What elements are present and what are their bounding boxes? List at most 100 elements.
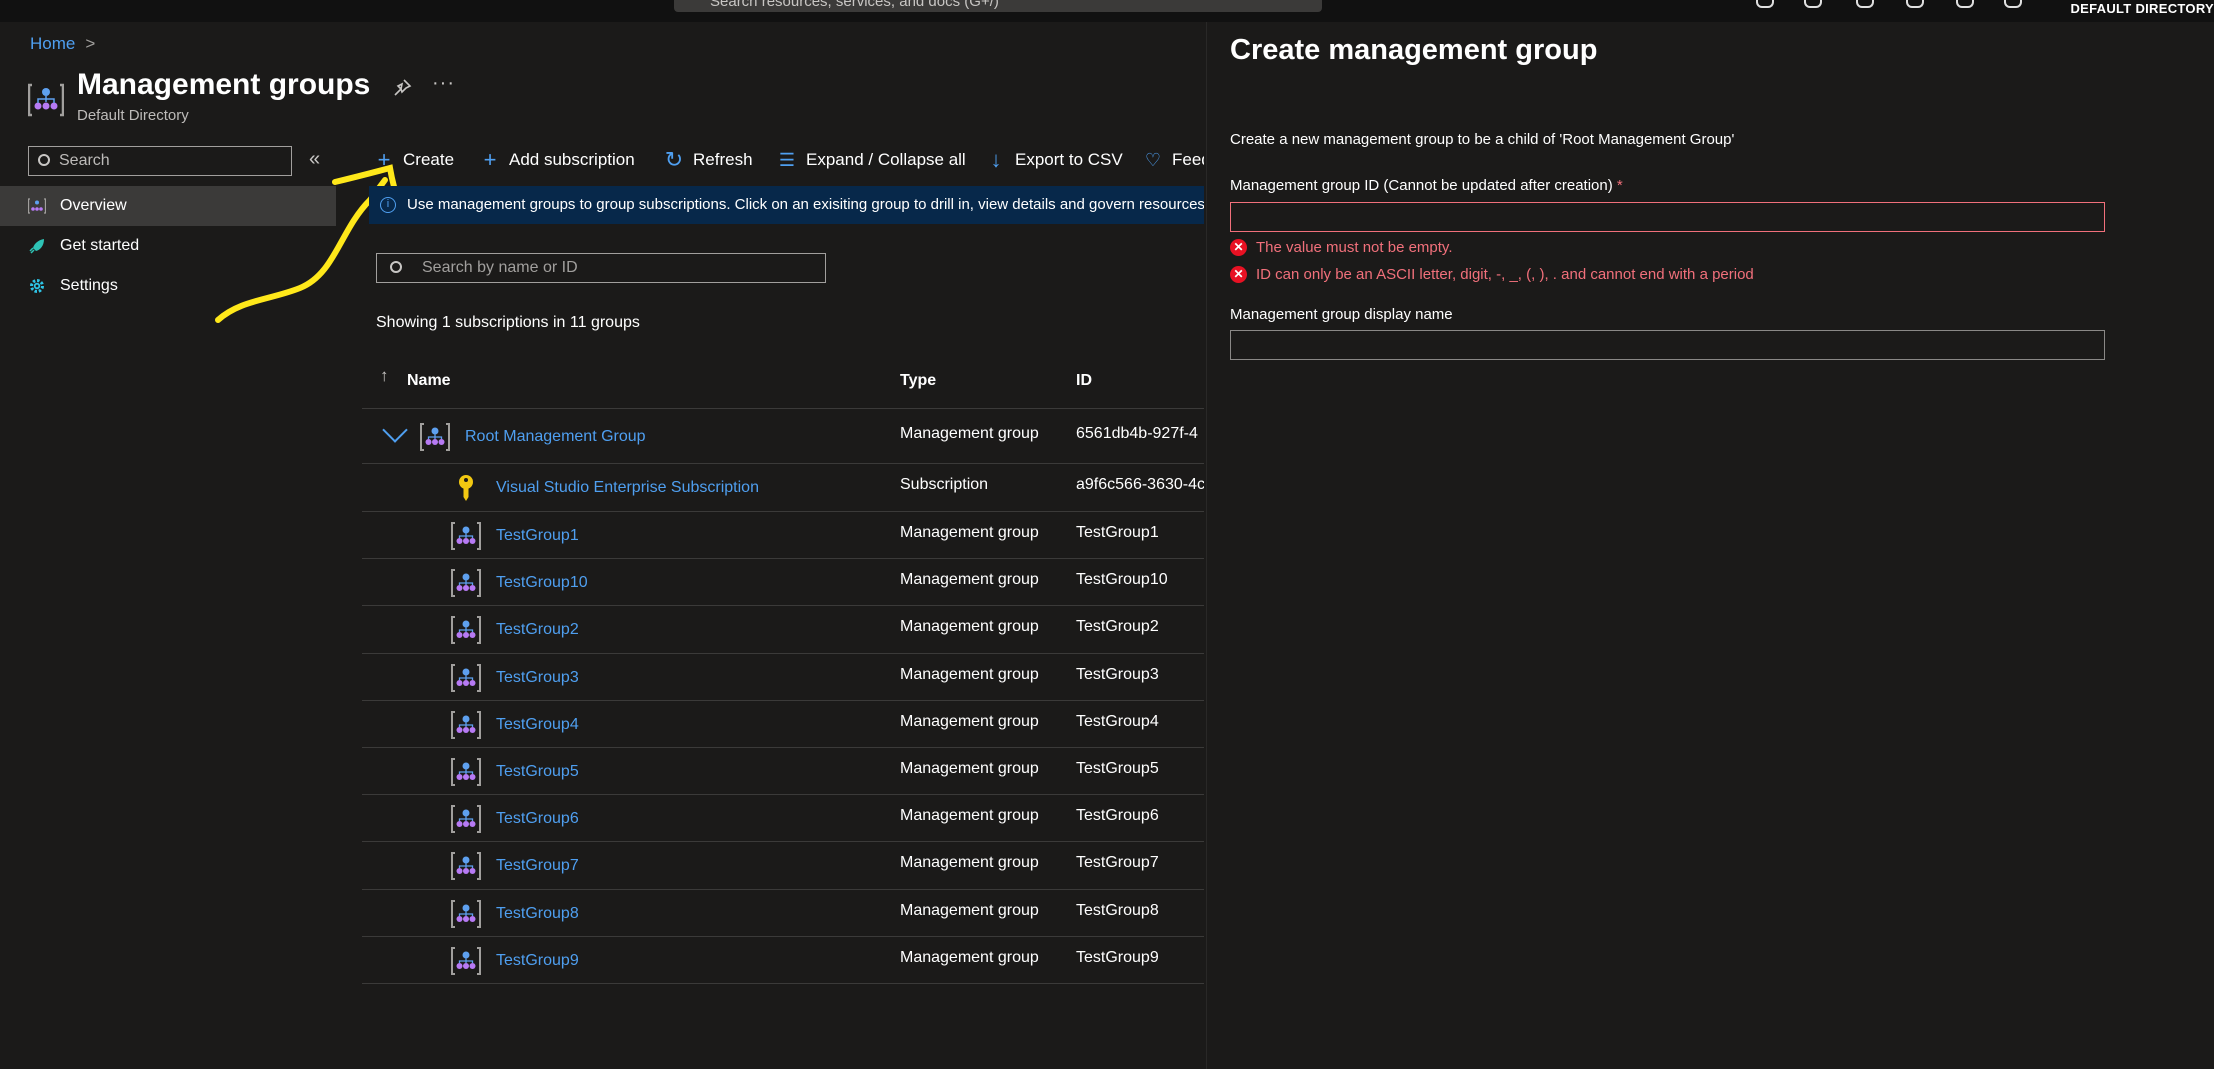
expand-collapse-label: Expand / Collapse all [806,150,966,169]
pin-icon[interactable] [392,78,412,98]
table-row[interactable]: TestGroup10 Management group TestGroup10 [362,559,1204,606]
table-row[interactable]: Visual Studio Enterprise Subscription Sub… [362,464,1204,512]
expand-collapse-icon: ☰ [778,150,796,170]
row-name-link[interactable]: Root Management Group [465,428,646,446]
row-type: Management group [900,949,1039,966]
info-icon: i [380,197,396,213]
row-name-link[interactable]: Visual Studio Enterprise Subscription [496,479,759,497]
grid-search-input[interactable]: Search by name or ID [376,253,826,283]
id-field-label-text: Management group ID (Cannot be updated a… [1230,177,1613,194]
row-name-link[interactable]: TestGroup10 [496,574,588,592]
management-group-icon [451,804,481,834]
info-banner: i Use management groups to group subscri… [369,186,1204,224]
table-row[interactable]: TestGroup5 Management group TestGroup5 [362,748,1204,795]
row-type: Management group [900,807,1039,824]
refresh-label: Refresh [693,150,753,169]
page-title: Management groups [77,68,371,101]
sidebar-item-label: Get started [60,237,140,254]
row-name-link[interactable]: TestGroup2 [496,621,579,639]
row-name-link[interactable]: TestGroup7 [496,857,579,875]
page-subtitle: Default Directory [77,107,189,124]
table-row[interactable]: TestGroup3 Management group TestGroup3 [362,654,1204,701]
row-type: Management group [900,902,1039,919]
column-header-id[interactable]: ID [1076,372,1092,390]
row-id: TestGroup9 [1076,949,1159,966]
expand-collapse-button[interactable]: ☰ Expand / Collapse all [776,147,966,173]
feedback-icon[interactable] [2004,0,2022,8]
search-icon [390,261,402,273]
create-button[interactable]: + Create [373,147,454,173]
add-subscription-button[interactable]: + Add subscription [479,147,635,173]
row-type: Management group [900,571,1039,588]
row-name-link[interactable]: TestGroup1 [496,527,579,545]
info-banner-text: Use management groups to group subscript… [407,196,1204,213]
directory-filter-icon[interactable] [1804,0,1822,8]
row-name-link[interactable]: TestGroup9 [496,952,579,970]
column-header-type[interactable]: Type [900,372,936,390]
row-id: TestGroup3 [1076,666,1159,683]
row-name-link[interactable]: TestGroup3 [496,669,579,687]
display-name-label: Management group display name [1230,306,1453,323]
row-name-link[interactable]: TestGroup8 [496,905,579,923]
plus-icon: + [483,147,497,172]
plus-icon: + [377,147,391,172]
row-name-link[interactable]: TestGroup5 [496,763,579,781]
column-header-name[interactable]: Name [407,372,451,390]
row-id: TestGroup4 [1076,713,1159,730]
help-icon[interactable] [1956,0,1974,8]
table-row[interactable]: TestGroup4 Management group TestGroup4 [362,701,1204,748]
management-group-icon [451,521,481,551]
table-row[interactable]: TestGroup6 Management group TestGroup6 [362,795,1204,842]
grid-search-placeholder: Search by name or ID [422,259,578,276]
sidebar-item-label: Overview [60,197,127,214]
directory-label[interactable]: DEFAULT DIRECTORY [2070,1,2214,16]
row-id: 6561db4b-927f-4 [1076,425,1198,442]
refresh-button[interactable]: ↻ Refresh [663,147,753,173]
search-icon [38,154,50,166]
refresh-icon: ↻ [664,147,684,172]
management-group-icon [451,615,481,645]
row-id: TestGroup5 [1076,760,1159,777]
sidebar-search-placeholder: Search [59,152,110,169]
gear-icon [30,279,44,293]
more-options-button[interactable]: ··· [432,72,455,95]
table-row[interactable]: TestGroup9 Management group TestGroup9 [362,937,1204,984]
error-text: ID can only be an ASCII letter, digit, -… [1256,266,1754,283]
row-name-link[interactable]: TestGroup6 [496,810,579,828]
export-csv-label: Export to CSV [1015,150,1123,169]
sort-arrow-icon[interactable]: ↑ [380,366,389,386]
row-id: TestGroup8 [1076,902,1159,919]
table-row[interactable]: TestGroup7 Management group TestGroup7 [362,842,1204,890]
row-type: Management group [900,524,1039,541]
top-bar: Search resources, services, and docs (G+… [0,0,2214,22]
heart-icon: ♡ [1144,150,1162,170]
row-name-link[interactable]: TestGroup4 [496,716,579,734]
export-csv-button[interactable]: ↓ Export to CSV [985,147,1123,173]
breadcrumb-home[interactable]: Home [30,34,75,53]
table-row[interactable]: Root Management Group Management group 656… [362,409,1204,464]
panel-description: Create a new management group to be a ch… [1230,131,1735,148]
table-row[interactable]: TestGroup8 Management group TestGroup8 [362,890,1204,937]
settings-icon[interactable] [1906,0,1924,8]
management-group-icon [451,899,481,929]
cloud-shell-icon[interactable] [1756,0,1774,8]
management-group-id-input[interactable] [1230,202,2105,232]
global-search-input[interactable]: Search resources, services, and docs (G+… [674,0,1322,12]
panel-title: Create management group [1230,34,1598,66]
notifications-icon[interactable] [1856,0,1874,8]
row-type: Management group [900,666,1039,683]
table-row[interactable]: TestGroup2 Management group TestGroup2 [362,606,1204,654]
display-name-input[interactable] [1230,330,2105,360]
chevron-down-icon[interactable] [382,417,408,443]
row-type: Management group [900,854,1039,871]
feedback-button[interactable]: ♡ Feedback [1142,147,1204,173]
error-icon: ✕ [1230,266,1247,283]
management-group-icon [28,83,64,117]
row-id: TestGroup2 [1076,618,1159,635]
row-type: Subscription [900,476,989,493]
error-text: The value must not be empty. [1256,239,1453,256]
breadcrumb: Home > [30,34,95,54]
table-row[interactable]: TestGroup1 Management group TestGroup1 [362,512,1204,559]
key-icon [451,473,481,503]
create-label: Create [403,150,455,169]
